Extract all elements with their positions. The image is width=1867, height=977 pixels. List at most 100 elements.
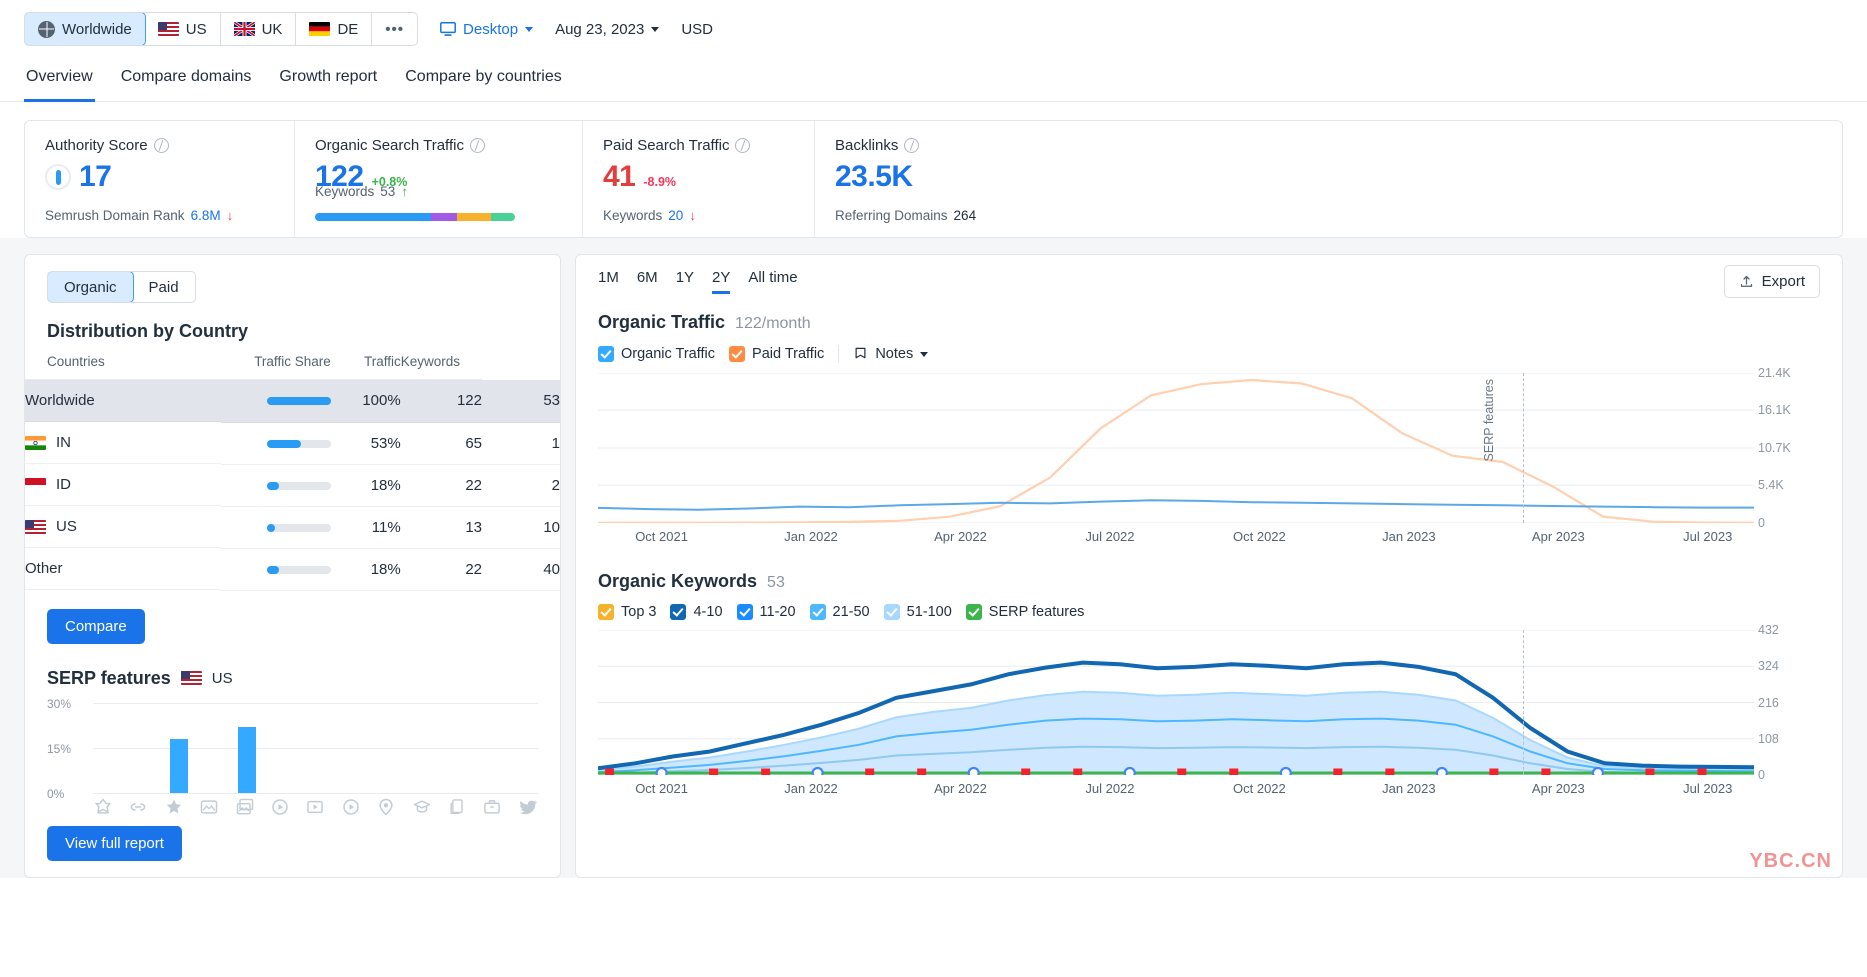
table-row[interactable]: US11%1310 <box>25 506 560 548</box>
legend-paid-traffic[interactable]: Paid Traffic <box>729 346 824 362</box>
metric-authority-score[interactable]: Authority Score 17 Semrush Domain Rank 6… <box>25 121 295 237</box>
trend-down-icon: ↓ <box>689 208 696 223</box>
flag-uk-icon <box>234 22 255 36</box>
image-pack-icon[interactable] <box>235 797 255 817</box>
checkbox-checked-icon[interactable] <box>966 604 982 620</box>
view-full-report-button[interactable]: View full report <box>47 826 182 861</box>
period-1y[interactable]: 1Y <box>676 269 694 294</box>
period-2y[interactable]: 2Y <box>712 269 730 294</box>
legend-organic-traffic-label: Organic Traffic <box>621 346 715 362</box>
keywords-value[interactable]: 10 <box>482 506 560 548</box>
serp-feature-bar-4[interactable] <box>238 727 256 793</box>
checkbox-checked-icon[interactable] <box>598 346 614 362</box>
featured-snippet-icon[interactable] <box>93 797 113 817</box>
traffic-value[interactable]: 22 <box>401 464 482 506</box>
organic-traffic-chart-header: Organic Traffic 122/month <box>598 312 1820 333</box>
db-worldwide[interactable]: Worldwide <box>24 12 146 46</box>
checkbox-checked-icon[interactable] <box>670 604 686 620</box>
db-de[interactable]: DE <box>296 13 372 45</box>
tab-compare-domains[interactable]: Compare domains <box>119 58 254 102</box>
trend-down-icon: ↓ <box>227 208 234 223</box>
checkbox-checked-icon[interactable] <box>729 346 745 362</box>
organic-keywords-chart[interactable]: 0108216324432 <box>598 630 1842 775</box>
info-icon[interactable] <box>154 138 169 153</box>
sitelinks-icon[interactable] <box>128 797 148 817</box>
checkbox-checked-icon[interactable] <box>737 604 753 620</box>
image-icon[interactable] <box>199 797 219 817</box>
info-icon[interactable] <box>904 138 919 153</box>
keywords-value[interactable]: 1 <box>482 422 560 464</box>
tab-growth-report[interactable]: Growth report <box>277 58 379 102</box>
table-row[interactable]: Worldwide100%12253 <box>25 380 560 423</box>
twitter-icon[interactable] <box>518 797 538 817</box>
table-body: Worldwide100%12253IN53%651ID18%222US11%1… <box>25 380 560 591</box>
organic-traffic-chart[interactable]: SERP features 05.4K10.7K16.1K21.4K <box>598 373 1842 523</box>
export-button[interactable]: Export <box>1724 265 1820 298</box>
keywords-value[interactable]: 2 <box>482 464 560 506</box>
organic-paid-toggle[interactable]: Organic Paid <box>47 271 196 303</box>
serp-ytick-15: 15% <box>47 742 71 756</box>
metric-paid-search-traffic[interactable]: Paid Search Traffic 41 -8.9% Keywords 20… <box>583 121 815 237</box>
legend-organic-traffic[interactable]: Organic Traffic <box>598 346 715 362</box>
checkbox-checked-icon[interactable] <box>598 604 614 620</box>
xtick-label: Jan 2023 <box>1382 529 1436 544</box>
checkbox-checked-icon[interactable] <box>884 604 900 620</box>
compare-button[interactable]: Compare <box>47 609 145 644</box>
table-row[interactable]: Other18%2240 <box>25 548 560 590</box>
kw-bar-segment-0 <box>315 213 431 221</box>
jobs-icon[interactable] <box>482 797 502 817</box>
table-row[interactable]: IN53%651 <box>25 422 560 464</box>
metric-backlinks[interactable]: Backlinks 23.5K Referring Domains 264 <box>815 121 1095 237</box>
traffic-value[interactable]: 65 <box>401 422 482 464</box>
metric-organic-search-traffic[interactable]: Organic Search Traffic 122 +0.8% Keyword… <box>295 121 583 237</box>
period-6m[interactable]: 6M <box>637 269 658 294</box>
chevron-down-icon <box>525 27 533 32</box>
legend-51-100-label: 51-100 <box>907 604 952 620</box>
period-1m[interactable]: 1M <box>598 269 619 294</box>
toggle-organic[interactable]: Organic <box>47 271 134 303</box>
traffic-share-cell <box>221 548 331 590</box>
table-row[interactable]: ID18%222 <box>25 464 560 506</box>
db-uk[interactable]: UK <box>221 13 297 45</box>
ytick-label: 324 <box>1758 659 1779 673</box>
legend-serp-features[interactable]: SERP features <box>966 604 1085 620</box>
info-icon[interactable] <box>470 138 485 153</box>
period-all-time[interactable]: All time <box>748 269 797 294</box>
serp-features-annotation-line <box>1523 373 1524 523</box>
db-us[interactable]: US <box>145 13 221 45</box>
legend-51-100[interactable]: 51-100 <box>884 604 952 620</box>
db-more[interactable]: ••• <box>372 13 417 45</box>
organic-keywords-value: 53 <box>380 184 395 199</box>
legend-4-10[interactable]: 4-10 <box>670 604 722 620</box>
video-play-icon[interactable] <box>341 797 361 817</box>
legend-21-50[interactable]: 21-50 <box>810 604 870 620</box>
traffic-value[interactable]: 13 <box>401 506 482 548</box>
organic-traffic-chart-title: Organic Traffic <box>598 312 725 333</box>
organic-keywords-label: Keywords <box>315 184 374 199</box>
people-also-ask-icon[interactable] <box>447 797 467 817</box>
legend-11-20[interactable]: 11-20 <box>737 604 796 620</box>
video-carousel-icon[interactable] <box>305 797 325 817</box>
traffic-value: 22 <box>401 548 482 590</box>
checkbox-checked-icon[interactable] <box>810 604 826 620</box>
knowledge-panel-icon[interactable] <box>412 797 432 817</box>
notes-dropdown[interactable]: Notes <box>853 346 928 362</box>
tab-compare-by-countries[interactable]: Compare by countries <box>403 58 564 102</box>
organic-keywords-count: 53 <box>767 574 785 592</box>
country-name: ID <box>56 476 71 493</box>
tab-overview[interactable]: Overview <box>24 58 95 102</box>
country-name: Other <box>25 560 63 577</box>
legend-top-3[interactable]: Top 3 <box>598 604 656 620</box>
video-icon[interactable] <box>270 797 290 817</box>
date-selector[interactable]: Aug 23, 2023 <box>555 21 659 38</box>
legend-4-10-label: 4-10 <box>693 604 722 620</box>
info-icon[interactable] <box>735 138 750 153</box>
toggle-paid[interactable]: Paid <box>133 272 195 302</box>
xtick-label: Oct 2021 <box>635 781 688 796</box>
backlinks-value-row: 23.5K <box>835 162 1075 192</box>
serp-feature-bar-2[interactable] <box>170 739 188 793</box>
local-pack-icon[interactable] <box>376 797 396 817</box>
database-selector[interactable]: Worldwide US UK DE <box>24 12 418 46</box>
device-selector[interactable]: Desktop <box>440 21 533 38</box>
reviews-icon[interactable] <box>164 797 184 817</box>
